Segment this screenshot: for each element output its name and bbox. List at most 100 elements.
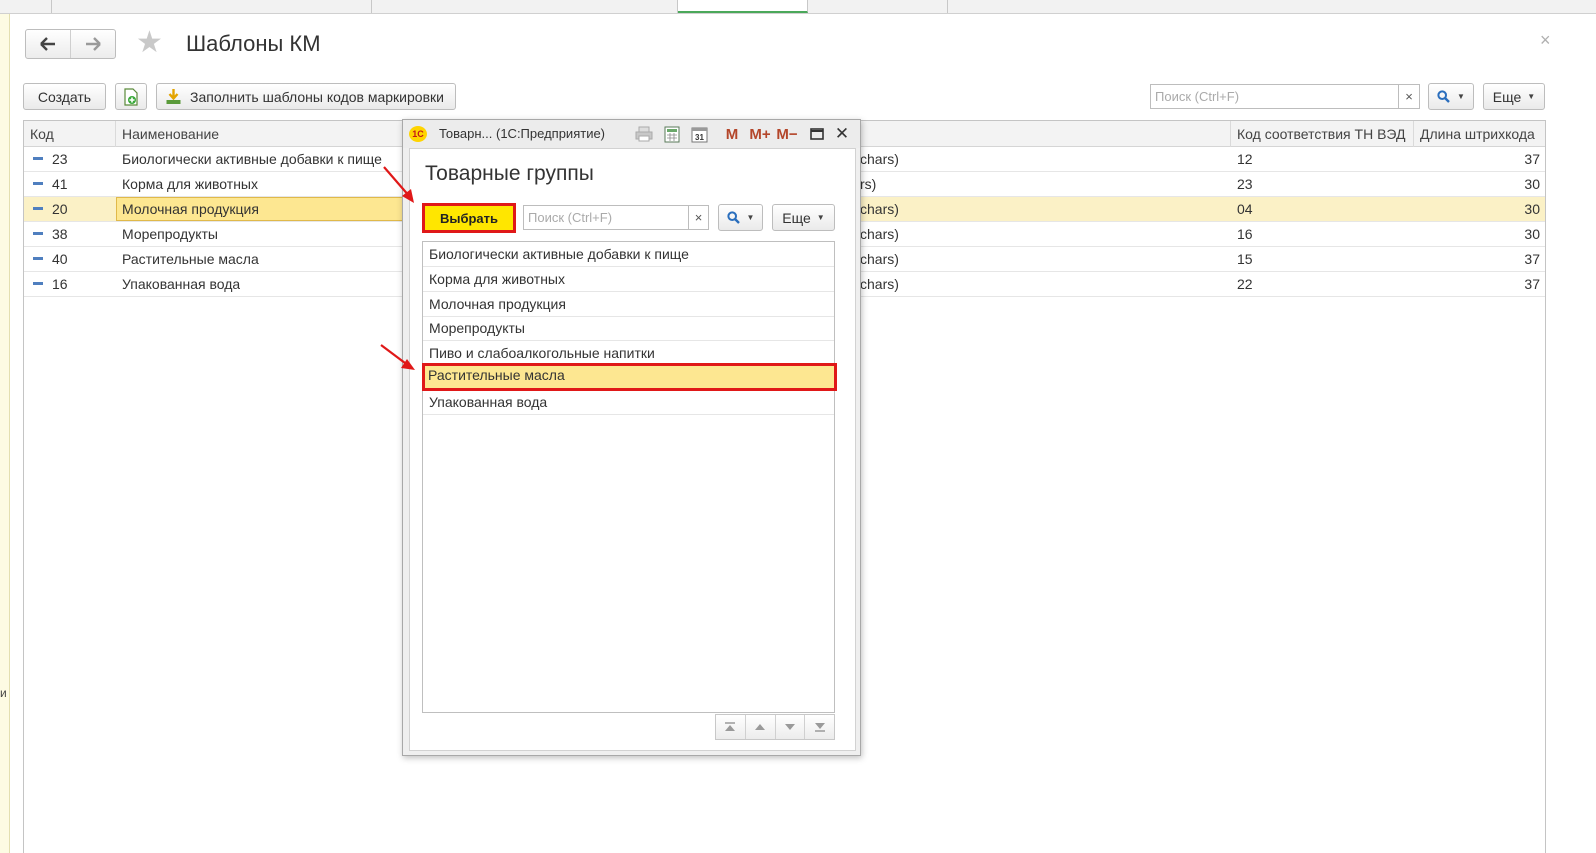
row-name-tail: chars) [860,151,899,167]
print-button[interactable] [633,124,655,144]
dialog-more-label: Еще [782,209,811,226]
row-status-icon [33,232,43,235]
calculator-icon [664,126,680,142]
window-tab[interactable] [372,0,678,13]
search-button[interactable]: ▼ [1428,83,1474,110]
row-tnved: 22 [1237,276,1253,292]
history-navigation [25,29,116,59]
left-panel-marker: и [0,686,7,700]
product-groups-list: Биологически активные добавки к пище Кор… [422,241,837,713]
scroll-to-bottom-button[interactable] [804,715,834,739]
row-name-tail: rs) [860,176,877,192]
fill-templates-button[interactable]: Заполнить шаблоны кодов маркировки [156,83,456,110]
search-icon [726,211,740,224]
1c-logo-icon: 1С [409,126,427,142]
dialog-body: Товарные группы Выбрать Поиск (Ctrl+F) ×… [409,148,856,751]
row-code: 41 [52,176,68,192]
row-name: Растительные масла [122,251,259,267]
dialog-more-button[interactable]: Еще ▼ [772,204,835,231]
dialog-search-clear-button[interactable]: × [688,205,709,230]
row-name: Корма для животных [122,176,258,192]
column-header-tnved[interactable]: Код соответствия ТН ВЭД [1230,121,1414,147]
list-item[interactable]: Упакованная вода [423,390,834,415]
printer-icon [635,126,653,142]
maximize-icon [810,128,824,140]
forward-button[interactable] [70,30,115,58]
row-status-icon [33,282,43,285]
arrow-left-icon [40,37,55,51]
triangle-up-icon [755,724,766,730]
close-form-button[interactable]: × [1540,30,1551,51]
list-item[interactable]: Морепродукты [423,316,834,341]
maximize-button[interactable] [806,124,828,144]
column-header-code[interactable]: Код [24,121,116,147]
list-item[interactable]: Корма для животных [423,267,834,292]
row-status-icon [33,207,43,210]
more-label: Еще [1492,88,1522,105]
window-tab[interactable] [52,0,372,13]
row-length: 30 [1524,226,1540,242]
row-code: 16 [52,276,68,292]
row-code: 38 [52,226,68,242]
arrow-right-icon [86,37,101,51]
favorite-star-icon[interactable]: ★ [136,28,163,58]
copy-button[interactable] [115,83,147,110]
row-status-icon [33,182,43,185]
back-button[interactable] [26,30,70,58]
more-button[interactable]: Еще ▼ [1483,83,1545,110]
dialog-titlebar: 1С Товарн... (1С:Предприятие) 31 M M+ M−… [403,120,860,148]
row-status-icon [33,257,43,260]
list-item[interactable]: Молочная продукция [423,292,834,317]
scroll-to-top-button[interactable] [716,715,745,739]
memory-plus-button[interactable]: M+ [746,124,774,144]
search-clear-button[interactable]: × [1398,84,1420,109]
dropdown-caret-icon: ▼ [1457,92,1465,101]
page-title: Шаблоны КМ [186,31,321,56]
create-button[interactable]: Создать [23,83,106,110]
row-tnved: 23 [1237,176,1253,192]
dialog-search-button[interactable]: ▼ [718,204,763,231]
choose-button[interactable]: Выбрать [422,203,516,233]
list-item-selected[interactable]: Растительные масла [422,363,837,391]
calendar-icon: 31 [691,127,707,142]
window-tab-active[interactable] [678,0,808,13]
dialog-window-title: Товарн... (1С:Предприятие) [439,126,606,141]
fill-templates-label: Заполнить шаблоны кодов маркировки [190,88,444,105]
calendar-button[interactable]: 31 [688,124,710,144]
scroll-down-button[interactable] [774,715,805,739]
dropdown-caret-icon: ▼ [816,213,825,222]
window-tab[interactable] [808,0,948,13]
row-length: 37 [1524,251,1540,267]
last-page-icon [814,723,825,732]
row-name-tail: chars) [860,226,899,242]
memory-m-button[interactable]: M [722,124,742,144]
calculator-button[interactable] [661,124,683,144]
triangle-down-icon [784,724,795,730]
row-tnved: 16 [1237,226,1253,242]
window-tab[interactable] [0,0,52,13]
dialog-close-button[interactable]: ✕ [831,124,853,144]
row-length: 37 [1524,151,1540,167]
list-navigation [715,714,835,740]
row-status-icon [33,157,43,160]
window-tab-strip [0,0,1596,14]
first-page-icon [725,722,736,731]
row-name-tail: chars) [860,276,899,292]
annotation-arrow-icon [380,344,415,370]
download-icon [165,88,182,105]
row-name: Биологически активные добавки к пище [122,151,382,167]
row-length: 30 [1524,201,1540,217]
row-length: 37 [1524,276,1540,292]
row-name: Морепродукты [122,226,218,242]
memory-minus-button[interactable]: M− [773,124,801,144]
dropdown-caret-icon: ▼ [1527,92,1536,101]
scroll-up-button[interactable] [744,715,775,739]
dropdown-caret-icon: ▼ [746,213,755,222]
row-length: 30 [1524,176,1540,192]
search-input[interactable]: Поиск (Ctrl+F) [1150,84,1399,109]
dialog-search-input[interactable]: Поиск (Ctrl+F) [523,205,689,230]
search-icon [1437,90,1450,103]
column-header-barcode-length[interactable]: Длина штрихкода [1414,121,1545,147]
list-item[interactable]: Биологически активные добавки к пище [423,242,834,267]
row-code: 20 [52,201,68,217]
